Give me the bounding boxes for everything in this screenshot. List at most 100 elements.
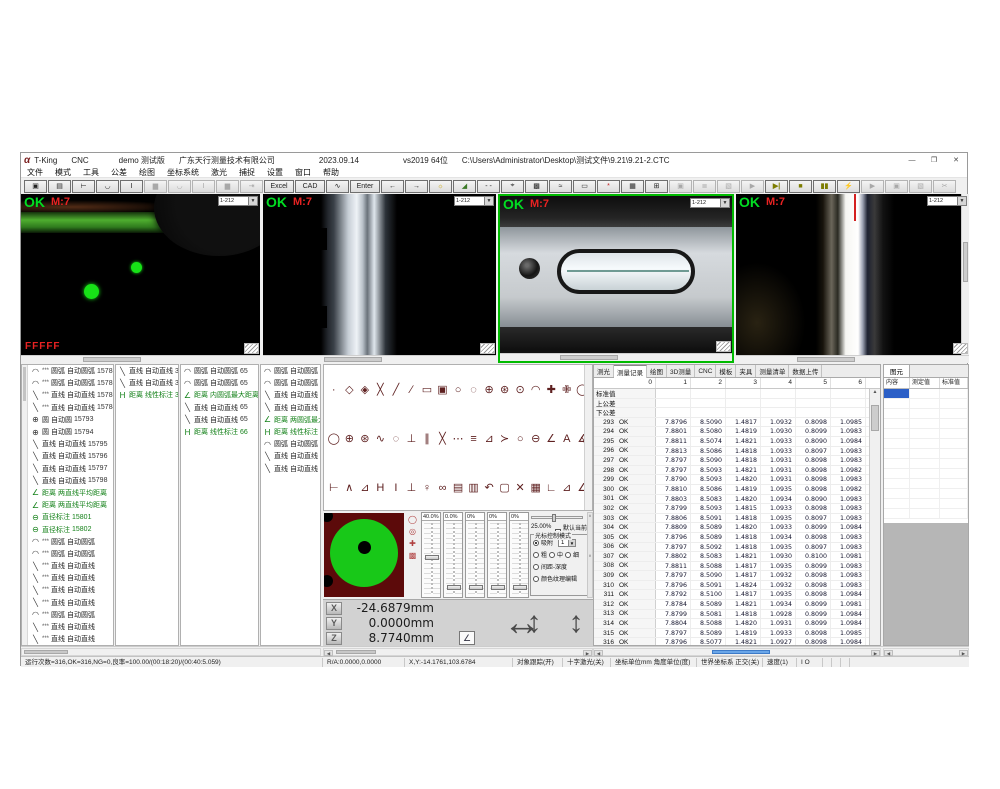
table-row[interactable]: 293OK7.87968.50901.48171.09320.80981.098… (594, 418, 880, 428)
table-row[interactable]: 314OK7.88048.50881.48201.09310.80991.098… (594, 619, 880, 629)
table-column-header[interactable]: 0 (594, 378, 656, 388)
palette-tool-icon[interactable]: ≡ (467, 433, 481, 445)
measure-item[interactable]: ╲***直线自动直线 (29, 621, 113, 633)
element-cell[interactable] (884, 419, 910, 428)
menu-item[interactable]: 帮助 (317, 167, 345, 178)
radio-depth[interactable]: 间距-深度 (533, 562, 585, 571)
palette-tool-icon[interactable]: ▥ (467, 481, 481, 494)
toolbar-plc-list-button[interactable]: ≣ (693, 180, 716, 193)
measure-item[interactable]: ◠***圆弧自动圆弧 (29, 548, 113, 560)
table-row[interactable]: 301OK7.88038.50831.48201.09340.80901.098… (594, 495, 880, 505)
radio-icon[interactable] (565, 552, 571, 558)
menu-item[interactable]: 坐标系统 (161, 167, 205, 178)
measure-item[interactable]: ╲直线自动直线55 (261, 463, 320, 475)
measure-list-2[interactable]: ╲直线自动直线34╲直线自动直线34Η距离线性标注34 (115, 364, 179, 646)
element-cell[interactable] (884, 389, 910, 398)
tab-item[interactable]: 3D测量 (667, 365, 695, 377)
palette-tool-icon[interactable]: ◇ (343, 383, 357, 396)
element-cell[interactable] (940, 449, 968, 458)
element-cell[interactable] (884, 509, 910, 518)
measure-item[interactable]: ◠***圆弧自动圆弧15782 (29, 377, 113, 389)
element-cell[interactable] (940, 479, 968, 488)
measure-item[interactable]: ╲直线自动直线55 (261, 402, 320, 414)
measure-list-1[interactable]: ◠***圆弧自动圆弧15781◠***圆弧自动圆弧15782╲***直线自动直线… (21, 364, 114, 646)
measure-item[interactable]: ◠***圆弧自动圆弧 (29, 536, 113, 548)
menu-item[interactable]: 窗口 (289, 167, 317, 178)
element-row[interactable] (884, 399, 968, 409)
element-cell[interactable] (910, 489, 940, 498)
palette-tool-icon[interactable]: Η (374, 482, 388, 494)
element-cell[interactable] (940, 499, 968, 508)
table-row[interactable]: 310OK7.87968.50911.48241.09320.80981.098… (594, 581, 880, 591)
palette-tool-icon[interactable]: ∿ (374, 432, 388, 445)
slider-thumb[interactable] (447, 585, 461, 590)
toolbar-play-to-end-button[interactable]: ▶| (765, 180, 788, 193)
table-row[interactable]: 294OK7.88018.50801.48191.09300.80991.098… (594, 427, 880, 437)
camera-view-4[interactable]: OK M:7 1-212 ▼ (736, 194, 969, 363)
element-cell[interactable] (884, 489, 910, 498)
table-row[interactable]: 305OK7.87968.50891.48181.09340.80981.098… (594, 533, 880, 543)
light-slider[interactable]: 0.0% (443, 512, 463, 598)
camera2-zoom-select[interactable]: 1-212 ▼ (454, 196, 494, 206)
measure-item[interactable]: Η距离线性标注55 (261, 426, 320, 438)
toolbar-open-3-button[interactable]: ▧ (909, 180, 932, 193)
toolbar-stop-button[interactable]: ■ (789, 180, 812, 193)
toolbar-step-move-button[interactable]: ⇥ (240, 180, 263, 193)
measure-item[interactable]: ╲直线自动直线15796 (29, 450, 113, 462)
element-cell[interactable] (910, 429, 940, 438)
toolbar-block-a-button[interactable]: ▆ (144, 180, 167, 193)
element-column-header[interactable]: 标准值 (940, 378, 968, 388)
palette-tool-icon[interactable]: ⋯ (451, 432, 465, 445)
slider-thumb[interactable] (469, 585, 483, 590)
palette-tool-icon[interactable]: ⊕ (343, 432, 357, 445)
palette-tool-icon[interactable]: ╳ (374, 383, 388, 396)
table-special-row[interactable]: 标准值 (594, 389, 880, 399)
measure-item[interactable]: ╲直线自动直线55 (261, 450, 320, 462)
toolbar-save-3-button[interactable]: ▣ (885, 180, 908, 193)
tab-item[interactable]: 模板 (716, 365, 736, 377)
measure-item[interactable]: ╲***直线自动直线15783 (29, 389, 113, 401)
ring-segment-icon[interactable]: ▩ (409, 551, 417, 560)
toolbar-probe-axis-button[interactable]: Ι (120, 180, 143, 193)
menu-item[interactable]: 绘图 (133, 167, 161, 178)
toolbar-play-3-button[interactable]: ▶ (861, 180, 884, 193)
chevron-down-icon[interactable]: ▼ (484, 197, 493, 205)
palette-tool-icon[interactable]: ▭ (420, 383, 434, 396)
measure-item[interactable]: ╲直线自动直线15798 (29, 475, 113, 487)
palette-tool-icon[interactable]: ⊿ (358, 481, 372, 494)
table-special-row[interactable]: 上公差 (594, 399, 880, 409)
palette-tool-icon[interactable]: ✙ (560, 383, 574, 396)
measure-item[interactable]: ◠圆弧自动圆弧55 (261, 377, 320, 389)
measure-item[interactable]: ⊖直径标注15801 (29, 511, 113, 523)
menu-item[interactable]: 模式 (49, 167, 77, 178)
table-row[interactable]: 307OK7.88028.50831.48211.09300.81001.098… (594, 552, 880, 562)
palette-tool-icon[interactable]: ⊛ (498, 383, 512, 396)
chevron-down-icon[interactable]: ▼ (957, 197, 966, 205)
tab-item[interactable]: 测光 (594, 365, 614, 377)
y-axis-button[interactable]: Y (326, 617, 342, 630)
palette-tool-icon[interactable]: · (327, 384, 341, 396)
minimize-button[interactable]: — (901, 153, 923, 167)
palette-tool-icon[interactable]: ∕ (405, 384, 419, 396)
palette-tool-icon[interactable]: ♀ (420, 482, 434, 494)
trend-chart-button[interactable]: ∠ (459, 631, 475, 645)
radio-icon[interactable] (533, 540, 539, 546)
camera1-hscrollbar[interactable] (21, 355, 260, 363)
element-cell[interactable] (910, 479, 940, 488)
measure-item[interactable]: ∠距离两圆弧最大距离 (261, 414, 320, 426)
radio-icon[interactable] (549, 552, 555, 558)
table-vscrollbar[interactable]: ▲ (869, 389, 880, 645)
element-row[interactable] (884, 409, 968, 419)
measure-item[interactable]: ╲直线自动直线65 (181, 402, 258, 414)
light-slider[interactable]: 0% (465, 512, 485, 598)
element-column-header[interactable]: 测定值 (910, 378, 940, 388)
camera-view-1[interactable]: OK M:7 FFFFF 1-212 ▼ (21, 194, 260, 363)
element-cell[interactable] (940, 439, 968, 448)
z-axis-button[interactable]: Z (326, 632, 342, 645)
light-slider[interactable]: 0% (509, 512, 529, 598)
master-slider[interactable] (531, 516, 583, 519)
palette-tool-icon[interactable]: ∠ (544, 432, 558, 445)
measure-item[interactable]: ⊕圆自动圆15793 (29, 414, 113, 426)
tab-item[interactable]: 绘图 (647, 365, 667, 377)
tab-item[interactable]: 数据上传 (789, 365, 822, 377)
